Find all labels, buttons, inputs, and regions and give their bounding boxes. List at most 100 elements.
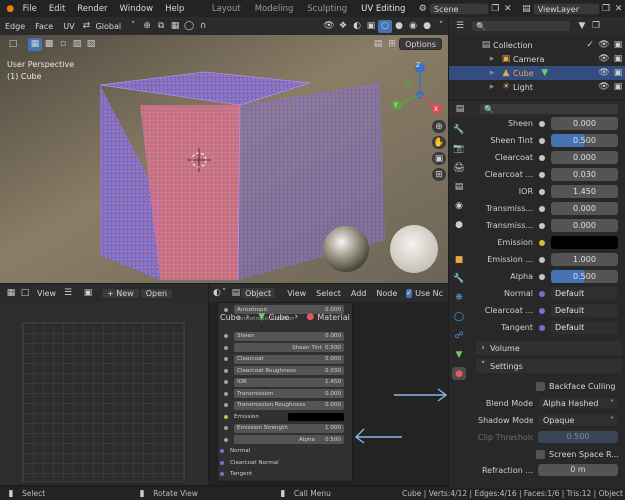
- camera-eye-icon[interactable]: 👁: [597, 53, 611, 66]
- outliner-item-camera[interactable]: ▸ ▣ Camera 👁 ▣: [449, 52, 625, 66]
- ortho-grid-icon[interactable]: ⊞: [432, 168, 446, 181]
- shading-rendered-icon[interactable]: ●: [420, 20, 434, 33]
- falloff-icon[interactable]: ∩: [196, 20, 210, 33]
- scene-field[interactable]: Scene: [429, 2, 489, 15]
- outliner-item-light[interactable]: ▸ ☀ Light 👁 ▣: [449, 80, 625, 94]
- socket-dot-icon[interactable]: [539, 256, 545, 263]
- clip-threshold-field[interactable]: 0.500: [538, 431, 618, 443]
- emission-color-swatch[interactable]: [288, 412, 344, 421]
- select-new-icon[interactable]: ▦: [28, 37, 42, 51]
- node-select-menu[interactable]: Select: [311, 289, 346, 298]
- node-input-field[interactable]: IOR 1.450: [234, 377, 344, 387]
- uv-image-type-icon[interactable]: ▣: [81, 287, 95, 300]
- socket-dot-icon[interactable]: [539, 120, 545, 127]
- node-node-menu[interactable]: Node: [371, 289, 402, 298]
- viewport-collapse-icon[interactable]: ▤: [371, 38, 385, 51]
- node-socket-icon[interactable]: [220, 472, 224, 476]
- node-input-field[interactable]: Alpha 0.500: [234, 435, 344, 444]
- outliner-item-cube[interactable]: ▸ ▲ Cube ▼ 👁 ▣: [449, 66, 625, 80]
- node-input-field[interactable]: Emission Strength 1.000: [234, 423, 344, 433]
- node-add-menu[interactable]: Add: [346, 289, 372, 298]
- mode-edge[interactable]: Edge: [0, 22, 30, 31]
- viewlayer-icon[interactable]: ▤: [520, 2, 533, 15]
- select-intersect-icon[interactable]: ▨: [84, 38, 98, 51]
- menu-window[interactable]: Window: [114, 4, 160, 14]
- snap-target-icon[interactable]: ▦: [168, 20, 182, 33]
- socket-dot-icon[interactable]: [539, 188, 545, 195]
- new-collection-icon[interactable]: ❐: [589, 19, 603, 32]
- node-editor-type-icon[interactable]: ◐: [213, 287, 221, 300]
- menu-edit[interactable]: Edit: [43, 4, 71, 14]
- overlay-icon[interactable]: ◐: [350, 20, 364, 33]
- object-tab-icon[interactable]: ■: [452, 253, 466, 266]
- mode-uv[interactable]: UV: [58, 22, 79, 31]
- node-socket-icon[interactable]: [224, 345, 228, 350]
- socket-dot-icon[interactable]: [539, 222, 545, 229]
- tab-uv-editing[interactable]: UV Editing: [354, 4, 412, 14]
- socket-dot-icon[interactable]: [539, 273, 545, 280]
- property-value-field[interactable]: Default: [551, 304, 618, 317]
- node-socket-icon[interactable]: [224, 357, 228, 361]
- node-socket-icon[interactable]: [224, 414, 228, 419]
- property-value-field[interactable]: 0.000: [551, 202, 618, 215]
- uv-view-menu[interactable]: View: [32, 289, 61, 298]
- viewlayer-copy-icon[interactable]: ❐: [600, 2, 613, 15]
- uv-sync-icon[interactable]: ☰: [61, 287, 75, 300]
- node-socket-icon[interactable]: [220, 460, 224, 465]
- select-box-icon[interactable]: □: [6, 38, 20, 51]
- world-tab-icon[interactable]: ●: [452, 218, 466, 231]
- node-input-field[interactable]: Transmission Roughness 0.000: [234, 400, 344, 410]
- data-tab-icon[interactable]: ▼: [452, 348, 466, 361]
- checkbox-box[interactable]: [536, 381, 545, 391]
- pivot-icon[interactable]: ⊕: [140, 20, 154, 33]
- constraints-tab-icon[interactable]: ☍: [452, 329, 466, 342]
- refraction-field[interactable]: 0 m: [538, 464, 618, 476]
- node-input-field[interactable]: Clearcoat Roughness 0.030: [234, 366, 344, 375]
- socket-dot-icon[interactable]: [539, 307, 545, 314]
- viewlayer-field[interactable]: ViewLayer: [532, 2, 600, 15]
- gizmo-y-label[interactable]: Y: [394, 102, 398, 109]
- property-value-field[interactable]: Default: [551, 321, 618, 334]
- node-input-field[interactable]: Clearcoat 0.000: [234, 354, 344, 364]
- menu-help[interactable]: Help: [159, 4, 190, 14]
- new-image-button[interactable]: + New: [100, 287, 140, 299]
- collection-eye-icon[interactable]: 👁: [597, 39, 611, 52]
- node-input-field[interactable]: Sheen Tint 0.500: [234, 343, 344, 352]
- uv-mode-icon[interactable]: □: [18, 287, 32, 300]
- gizmo-icon[interactable]: ❖: [336, 20, 350, 33]
- light-render-icon[interactable]: ▣: [611, 81, 625, 94]
- gizmo-z-label[interactable]: Z: [416, 62, 420, 69]
- properties-search-input[interactable]: 🔍: [479, 103, 619, 115]
- uv-canvas[interactable]: [0, 302, 208, 485]
- visibility-icon[interactable]: 👁: [322, 20, 336, 33]
- options-dropdown[interactable]: Options: [399, 38, 442, 50]
- particles-tab-icon[interactable]: ❋: [452, 291, 466, 304]
- shading-wire-icon[interactable]: ○: [378, 19, 392, 33]
- property-value-field[interactable]: Default: [551, 287, 618, 300]
- camera-view-icon[interactable]: ▣: [432, 152, 446, 165]
- socket-dot-icon[interactable]: [539, 290, 545, 297]
- mode-face[interactable]: Face: [30, 22, 58, 31]
- uv-editor-type-icon[interactable]: ▦: [4, 287, 18, 300]
- snap-icon[interactable]: ⧉: [154, 20, 168, 33]
- node-socket-icon[interactable]: [224, 437, 228, 442]
- tab-layout[interactable]: Layout: [205, 4, 248, 14]
- shading-material-icon[interactable]: ◉: [406, 20, 420, 33]
- socket-dot-icon[interactable]: [539, 171, 545, 178]
- collection-camera-icon[interactable]: ▣: [611, 39, 625, 52]
- gizmo-x-label[interactable]: X: [434, 106, 438, 113]
- node-socket-icon[interactable]: [224, 334, 228, 338]
- property-value-field[interactable]: 0.000: [551, 151, 618, 164]
- select-invert-icon[interactable]: ▧: [70, 38, 84, 51]
- select-extend-icon[interactable]: ▩: [42, 38, 56, 51]
- viewport-grid-icon[interactable]: ⊞: [385, 38, 399, 51]
- viewlayer-tab-icon[interactable]: ▤: [452, 180, 466, 193]
- ssr-checkbox[interactable]: Screen Space R...: [536, 448, 622, 460]
- node-object-dropdown[interactable]: Object: [240, 287, 277, 299]
- node-socket-icon[interactable]: [224, 426, 228, 430]
- pan-icon[interactable]: ✋: [432, 136, 446, 149]
- scene-tab-icon[interactable]: ◉: [452, 199, 466, 212]
- socket-dot-icon[interactable]: [539, 239, 545, 246]
- volume-panel-header[interactable]: › Volume: [476, 341, 622, 355]
- checkbox-box[interactable]: [536, 449, 545, 459]
